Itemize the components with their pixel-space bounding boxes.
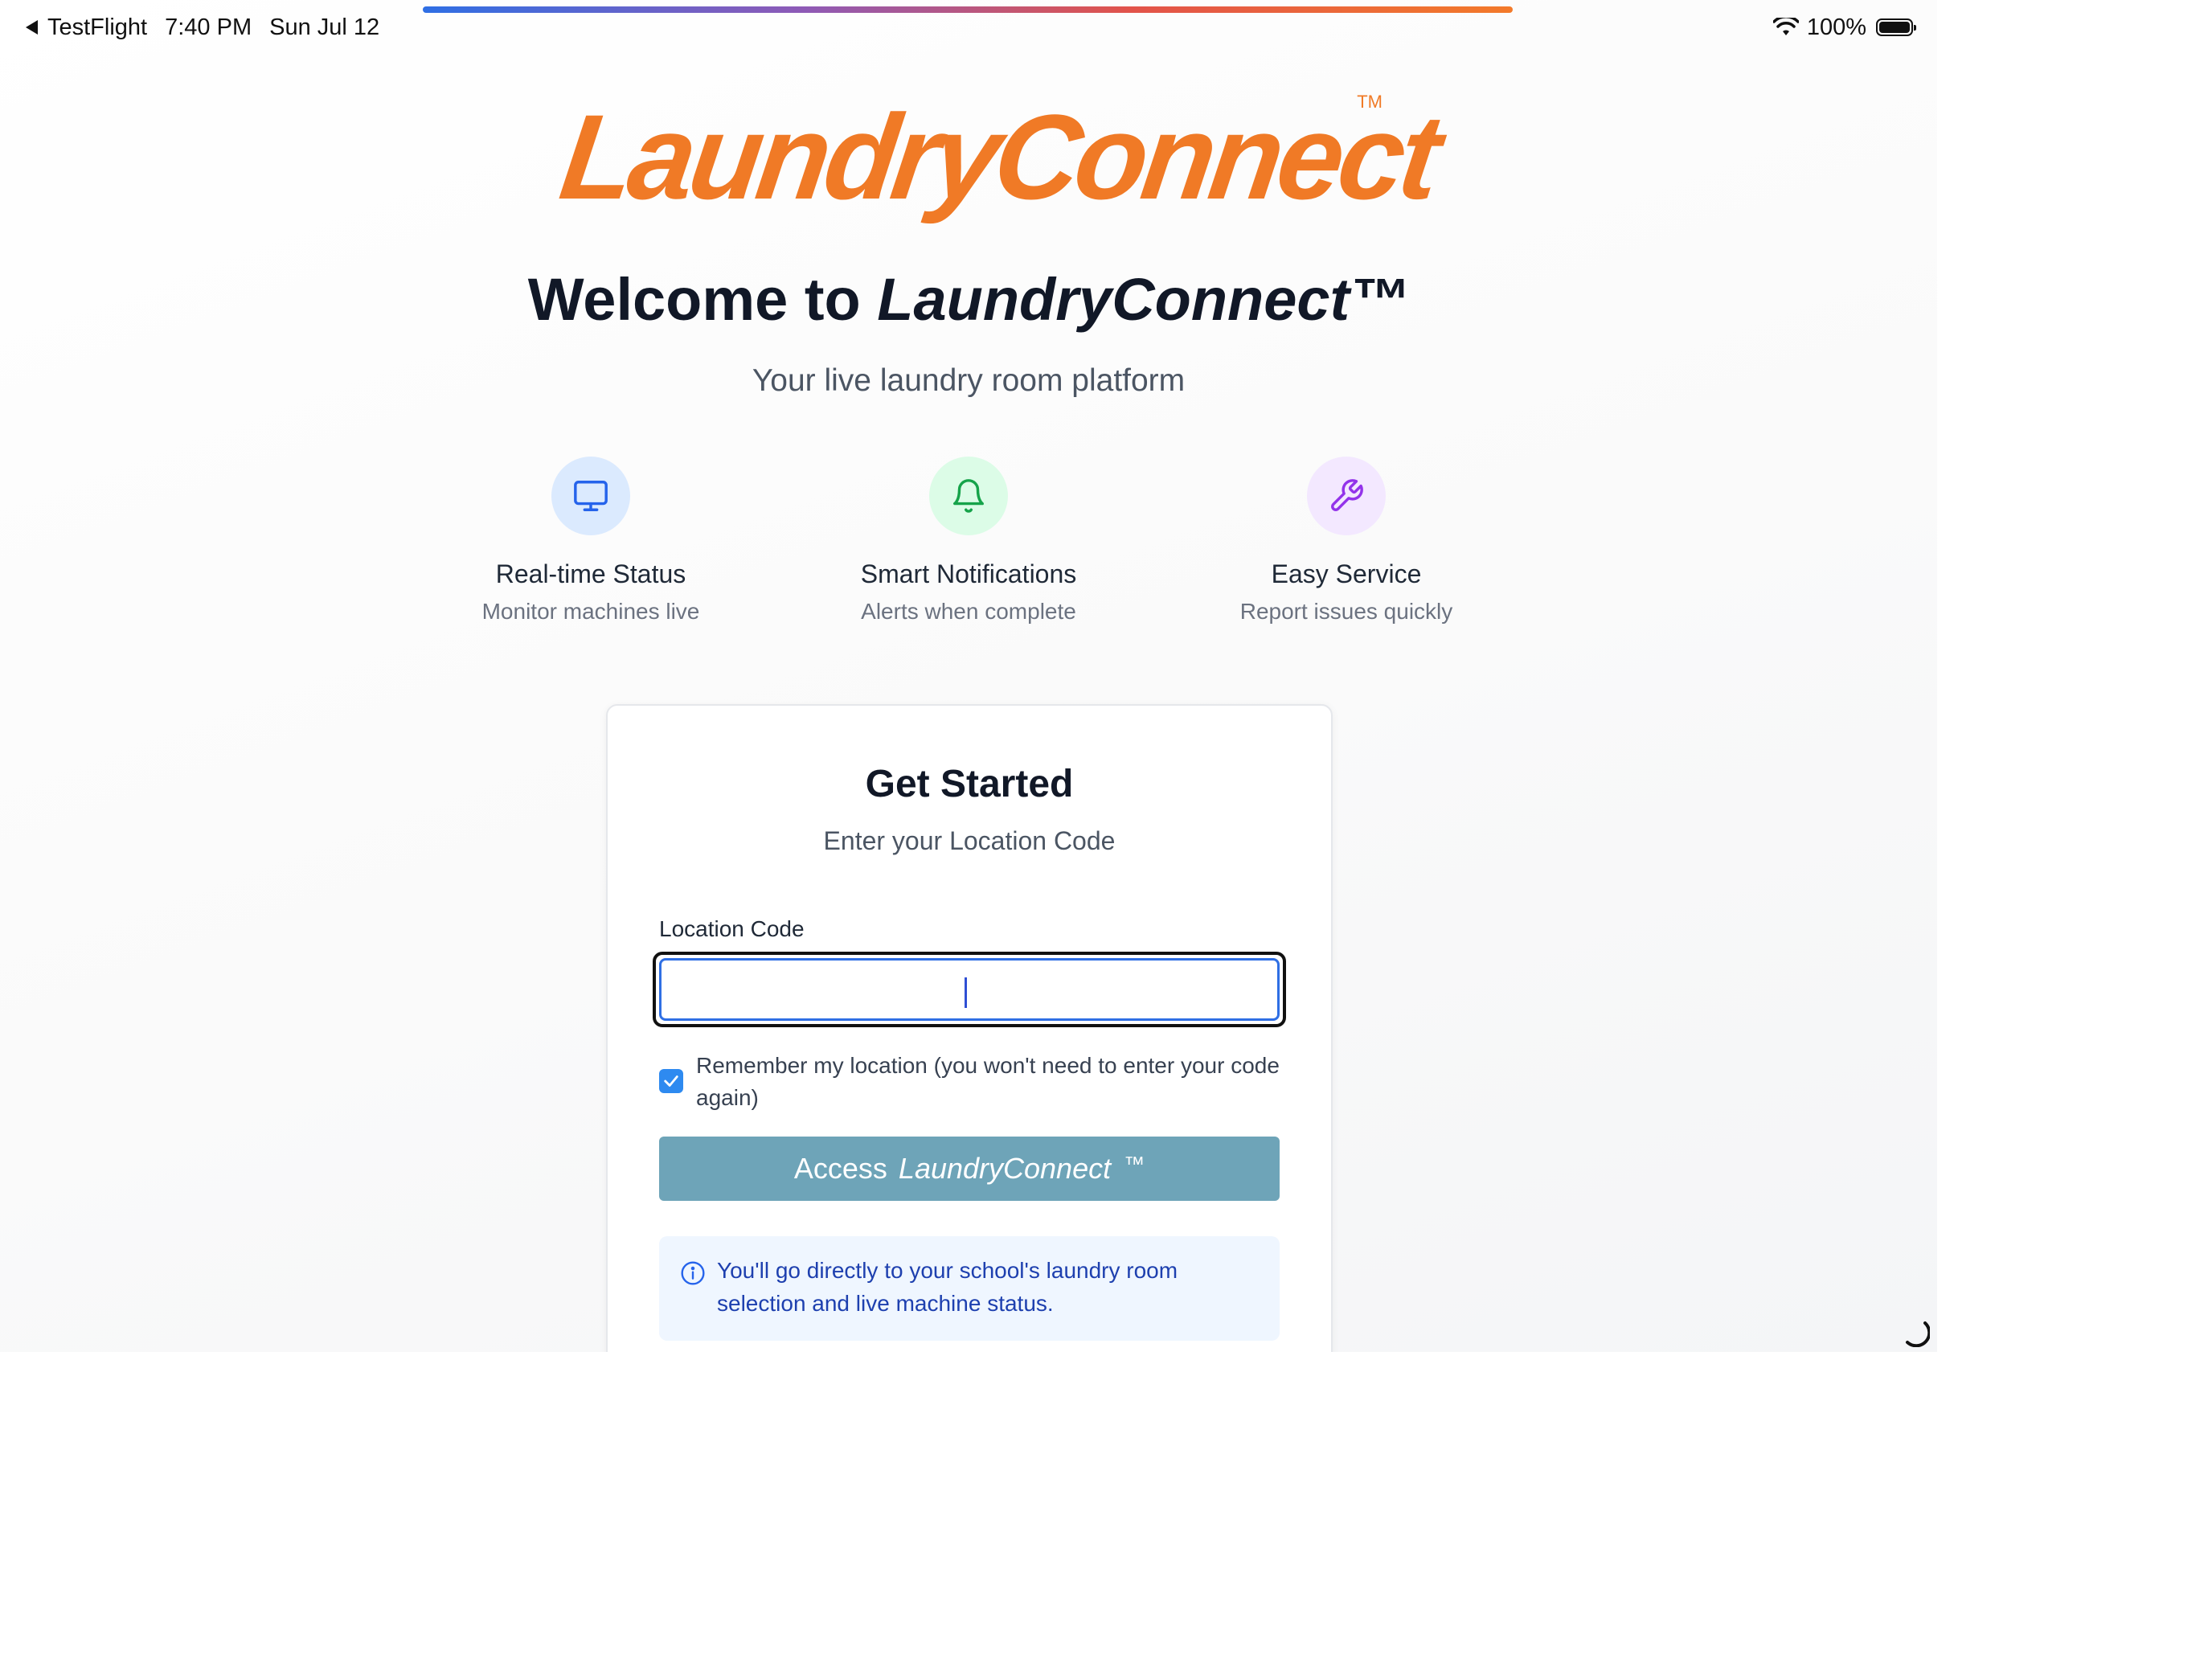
location-code-input-focus-ring[interactable] bbox=[653, 952, 1286, 1027]
remember-location-label[interactable]: Remember my location (you won't need to … bbox=[696, 1050, 1291, 1114]
feature-realtime-status: Real-time Status Monitor machines live bbox=[402, 457, 780, 625]
battery-icon bbox=[1876, 18, 1916, 36]
status-time: 7:40 PM bbox=[165, 14, 252, 40]
status-date: Sun Jul 12 bbox=[269, 14, 380, 40]
info-notice: You'll go directly to your school's laun… bbox=[659, 1236, 1280, 1341]
location-code-input[interactable] bbox=[659, 958, 1280, 1021]
laundryconnect-logo: LaundryConnect TM bbox=[553, 88, 1444, 225]
info-text: You'll go directly to your school's laun… bbox=[717, 1258, 1178, 1316]
logo-trademark: TM bbox=[1357, 92, 1382, 112]
back-arrow-icon[interactable] bbox=[26, 20, 38, 35]
info-icon bbox=[681, 1261, 705, 1285]
welcome-subtitle: Your live laundry room platform bbox=[752, 363, 1186, 398]
get-started-card: Get Started Enter your Location Code Loc… bbox=[606, 704, 1333, 1352]
bell-icon bbox=[953, 479, 984, 513]
welcome-brand: LaundryConnect™ bbox=[877, 266, 1410, 333]
welcome-heading: Welcome to LaundryConnect™ bbox=[0, 265, 1937, 334]
card-subtitle: Enter your Location Code bbox=[823, 826, 1116, 855]
checkmark-icon bbox=[664, 1075, 678, 1087]
feature-smart-notifications: Smart Notifications Alerts when complete bbox=[780, 457, 1157, 625]
button-brand: LaundryConnect bbox=[898, 1152, 1112, 1185]
feature-desc: Alerts when complete bbox=[861, 599, 1076, 624]
feature-desc: Report issues quickly bbox=[1239, 599, 1453, 624]
feature-title: Real-time Status bbox=[495, 559, 686, 588]
feature-icon-circle bbox=[929, 457, 1008, 535]
battery-percent: 100% bbox=[1806, 14, 1866, 40]
loading-spinner-icon bbox=[1906, 1321, 1930, 1347]
button-prefix: Access bbox=[793, 1152, 887, 1185]
wrench-icon bbox=[1331, 479, 1363, 511]
location-code-label: Location Code bbox=[659, 916, 805, 941]
feature-title: Smart Notifications bbox=[860, 559, 1077, 588]
status-bar-right: 100% bbox=[1772, 11, 1916, 43]
app-screen: TestFlight 7:40 PM Sun Jul 12 100% Laund… bbox=[0, 0, 1937, 1352]
loading-progress-bar bbox=[423, 6, 1513, 13]
card-title: Get Started bbox=[865, 763, 1074, 805]
back-app-label[interactable]: TestFlight bbox=[47, 14, 147, 41]
access-laundryconnect-button[interactable]: Access LaundryConnect ™ bbox=[659, 1137, 1280, 1201]
welcome-prefix: Welcome to bbox=[527, 266, 878, 333]
monitor-icon bbox=[574, 481, 608, 511]
wifi-icon bbox=[1772, 18, 1799, 35]
button-trademark: ™ bbox=[1124, 1151, 1145, 1176]
remember-location-checkbox[interactable] bbox=[659, 1069, 683, 1093]
feature-icon-circle bbox=[551, 457, 630, 535]
text-caret bbox=[965, 977, 967, 1008]
logo-text: LaundryConnect bbox=[553, 89, 1445, 224]
status-bar-left: TestFlight 7:40 PM Sun Jul 12 bbox=[26, 11, 397, 43]
feature-easy-service: Easy Service Report issues quickly bbox=[1157, 457, 1535, 625]
feature-title: Easy Service bbox=[1271, 559, 1422, 588]
feature-icon-circle bbox=[1307, 457, 1386, 535]
feature-desc: Monitor machines live bbox=[481, 599, 700, 624]
